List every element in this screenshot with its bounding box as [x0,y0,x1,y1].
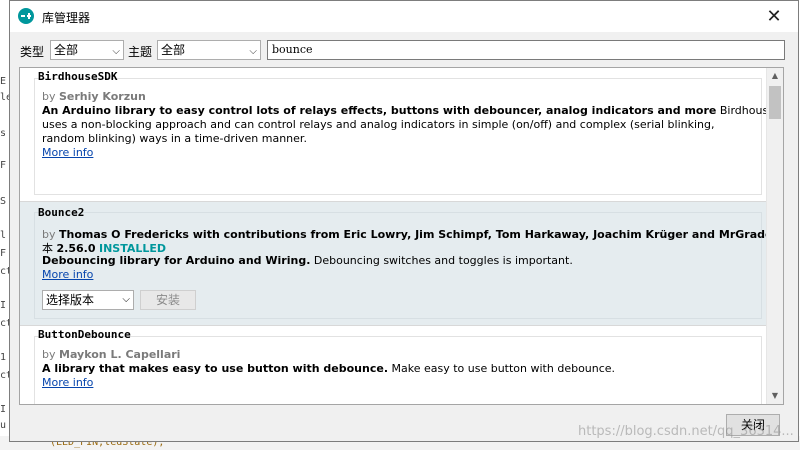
close-icon[interactable]: ✕ [754,3,794,30]
list-item[interactable]: ButtonDebounce by Maykon L. Capellari A … [20,326,773,404]
version-select[interactable]: 选择版本 ⌵ [42,290,134,310]
scrollbar-thumb[interactable] [769,86,781,119]
chevron-down-icon: ⌵ [249,46,257,57]
library-author: by Serhiy Korzun [42,90,146,103]
chevron-down-icon: ⌵ [122,294,130,305]
library-summary: Debouncing library for Arduino and Wirin… [42,254,573,267]
author-name: Maykon L. Capellari [59,348,181,361]
topic-select[interactable]: 全部 ⌵ [157,40,261,60]
background-code-fragment: s [0,128,7,139]
background-code-fragment: F [0,248,7,259]
description-text: uses a non-blocking approach and can con… [42,118,715,131]
background-code-fragment: l [0,230,7,241]
library-summary: A library that makes easy to use button … [42,362,615,375]
chevron-down-icon: ⌵ [112,46,120,57]
topic-label: 主题 [128,45,153,59]
background-code-fragment: I [0,300,7,311]
library-list[interactable]: BirdhouseSDK by Serhiy Korzun An Arduino… [19,67,784,405]
background-code-fragment: 1 [0,352,7,363]
library-name: BirdhouseSDK [38,70,118,83]
background-code-fragment: F [0,160,7,171]
description-text: Debouncing switches and toggles is impor… [313,254,573,267]
by-label: by [42,90,56,103]
vertical-scrollbar[interactable]: ▲ ▼ [766,68,783,404]
description-text: random blinking) ways in a time-driven m… [42,132,307,145]
author-name: Thomas O Fredericks with contributions f… [59,228,784,241]
background-code-fragment: I [0,404,7,415]
library-author: by Maykon L. Capellari [42,348,180,361]
filter-bar: 类型 全部 ⌵ 主题 全部 ⌵ bounce [10,32,798,65]
author-name: Serhiy Korzun [59,90,146,103]
summary-bold: An Arduino library to easy control lots … [42,104,717,117]
more-info-link[interactable]: More info [42,376,93,389]
type-label: 类型 [20,45,45,59]
more-info-link[interactable]: More info [42,268,93,281]
library-summary: An Arduino library to easy control lots … [42,104,783,117]
summary-bold: A library that makes easy to use button … [42,362,388,375]
background-code-fragment: E [0,76,7,87]
scroll-up-icon[interactable]: ▲ [767,68,783,84]
install-button[interactable]: 安装 [140,290,196,310]
window-title: 库管理器 [42,11,91,25]
description-text: Make easy to use button with debounce. [391,362,616,375]
list-item[interactable]: Bounce2 by Thomas O Fredericks with cont… [20,202,783,326]
list-item[interactable]: BirdhouseSDK by Serhiy Korzun An Arduino… [20,68,783,202]
by-label: by [42,348,56,361]
background-code-fragment: S [0,196,7,207]
title-bar: 库管理器 ✕ [10,1,798,32]
library-name: ButtonDebounce [38,328,131,341]
scroll-down-icon[interactable]: ▼ [767,388,783,404]
library-manager-dialog: 库管理器 ✕ 类型 全部 ⌵ 主题 全部 ⌵ bounce BirdhouseS… [9,0,799,442]
summary-bold: Debouncing library for Arduino and Wirin… [42,254,311,267]
library-name: Bounce2 [38,206,85,219]
arduino-logo-icon [18,8,34,24]
topic-select-value: 全部 [161,43,186,57]
search-input[interactable]: bounce [267,40,785,60]
background-code-fragment: u [0,420,7,431]
version-select-value: 选择版本 [46,293,95,307]
more-info-link[interactable]: More info [42,146,93,159]
type-select-value: 全部 [54,43,79,57]
type-select[interactable]: 全部 ⌵ [50,40,124,60]
watermark: https://blog.csdn.net/qq_36314... [578,424,794,439]
